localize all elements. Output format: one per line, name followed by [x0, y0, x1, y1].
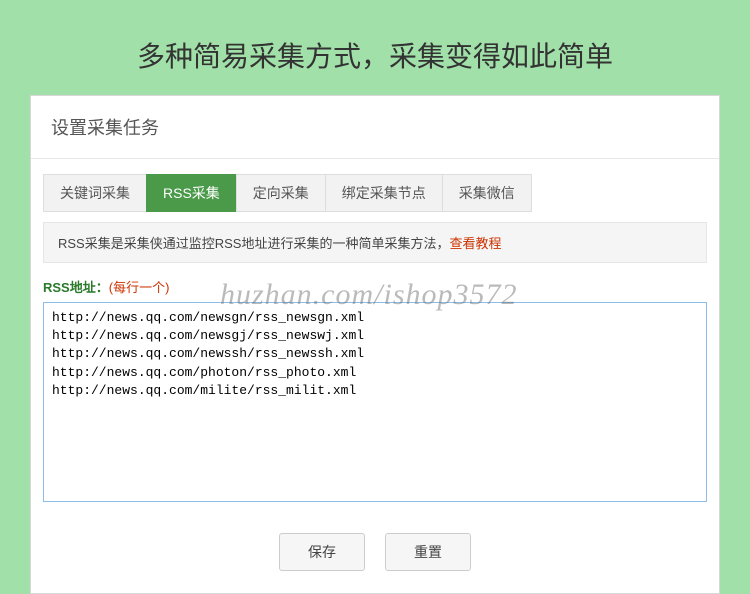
info-bar: RSS采集是采集侠通过监控RSS地址进行采集的一种简单采集方法，查看教程 [43, 222, 707, 263]
rss-url-label: RSS地址：(每行一个) [43, 277, 707, 296]
button-row: 保存 重置 [31, 515, 719, 593]
tab-wechat-collect[interactable]: 采集微信 [442, 174, 532, 212]
form-area: RSS地址：(每行一个) [31, 263, 719, 515]
label-hint: (每行一个) [109, 280, 170, 295]
tab-bind-node[interactable]: 绑定采集节点 [325, 174, 443, 212]
info-text: RSS采集是采集侠通过监控RSS地址进行采集的一种简单采集方法， [58, 236, 449, 251]
label-text: RSS地址： [43, 280, 109, 295]
settings-panel: 设置采集任务 关键词采集 RSS采集 定向采集 绑定采集节点 采集微信 RSS采… [30, 95, 720, 594]
save-button[interactable]: 保存 [279, 533, 365, 571]
rss-url-textarea[interactable] [43, 302, 707, 502]
page-title: 多种简易采集方式，采集变得如此简单 [0, 0, 750, 95]
panel-header: 设置采集任务 [31, 96, 719, 159]
tab-directed-collect[interactable]: 定向采集 [236, 174, 326, 212]
reset-button[interactable]: 重置 [385, 533, 471, 571]
view-tutorial-link[interactable]: 查看教程 [449, 236, 501, 251]
tab-rss-collect[interactable]: RSS采集 [146, 174, 237, 212]
tab-keyword-collect[interactable]: 关键词采集 [43, 174, 147, 212]
tabs-container: 关键词采集 RSS采集 定向采集 绑定采集节点 采集微信 [31, 159, 719, 212]
